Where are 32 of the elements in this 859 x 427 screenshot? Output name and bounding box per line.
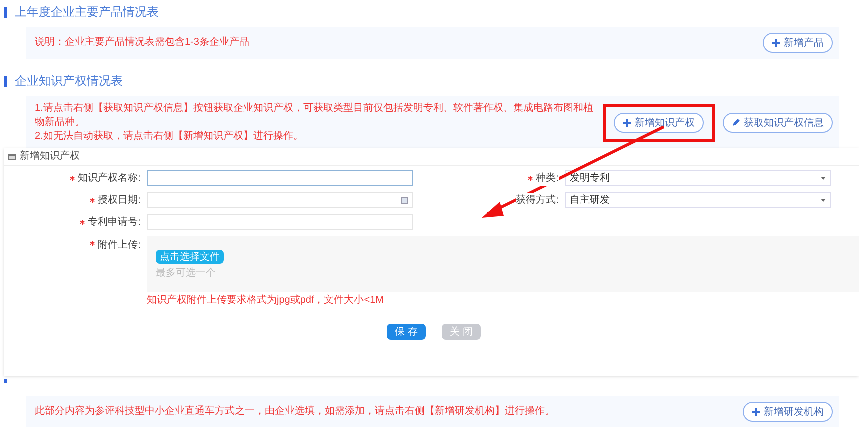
input-field[interactable]	[147, 170, 413, 186]
caret-icon	[821, 198, 826, 202]
plus-icon	[752, 408, 760, 416]
add-button[interactable]: 新增知识产权	[614, 113, 704, 133]
field-label: 授权日期:	[98, 192, 141, 208]
notice-text: 说明：企业主要产品情况表需包含1-3条企业产品	[35, 36, 250, 50]
field-label: 种类:	[536, 170, 559, 186]
select-field[interactable]: 自主研发	[565, 192, 831, 208]
notice-text: 此部分内容为参评科技型中小企业直通车方式之一，由企业选填，如需添加，请点击右侧【新增研发机构】进行操作。	[35, 405, 555, 419]
plus-icon	[772, 39, 780, 47]
section-title: 企业知识产权情况表	[15, 73, 123, 90]
field-label: 附件上传:	[98, 238, 141, 253]
pencil-icon	[732, 119, 740, 127]
caret-icon	[821, 176, 826, 180]
dialog-title: 新增知识产权	[20, 150, 80, 164]
field-label: 专利申请号:	[88, 214, 141, 230]
upload-hint: 最多可选一个	[156, 266, 217, 280]
field-label: 知识产权名称:	[78, 170, 141, 186]
add-button[interactable]: 新增产品	[763, 33, 833, 53]
plus-icon	[623, 119, 631, 127]
window-icon	[8, 154, 16, 160]
notice-text: 2.如无法自动获取，请点击右侧【新增知识产权】进行操作。	[35, 130, 304, 144]
upload-rule: 知识产权附件上传要求格式为jpg或pdf，文件大小<1M	[147, 294, 385, 308]
date-field[interactable]	[147, 192, 413, 208]
select-field[interactable]: 发明专利	[565, 170, 831, 186]
section-title: 上年度企业主要产品情况表	[15, 4, 159, 21]
fetch-button[interactable]: 获取知识产权信息	[723, 113, 833, 133]
notice-text: 1.请点击右侧【获取知识产权信息】按钮获取企业知识产权，可获取类型目前仅包括发明专利、软件著作权、集成电路布图和植物新品种。	[35, 102, 594, 130]
calendar-icon	[401, 196, 408, 204]
save-button[interactable]: 保 存	[387, 324, 426, 340]
add-button[interactable]: 新增研发机构	[743, 402, 833, 422]
field-label: 获得方式:	[516, 192, 559, 208]
